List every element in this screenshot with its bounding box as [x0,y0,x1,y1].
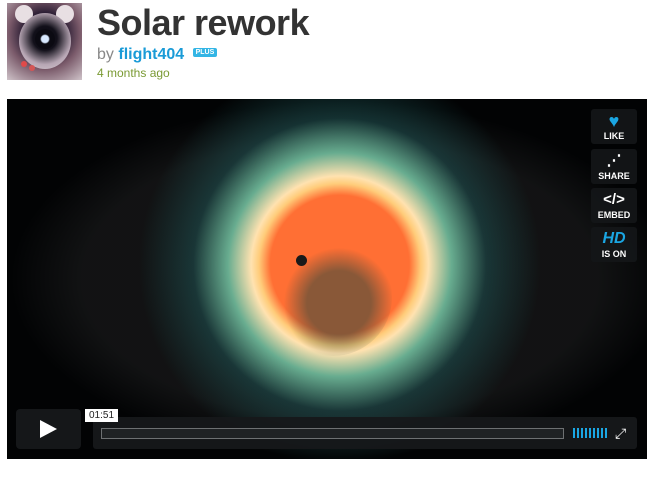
play-button[interactable] [16,409,81,449]
play-icon [40,420,57,438]
video-title: Solar rework [97,2,310,43]
volume-control[interactable] [573,428,607,438]
timecode: 01:51 [85,409,119,422]
video-frame[interactable] [7,99,647,459]
like-button[interactable]: ♥ LIKE [591,109,637,144]
controls-bar: ⤢ [93,417,637,449]
avatar-eye [35,29,55,49]
planet-silhouette [296,255,307,266]
code-icon: </> [603,191,625,208]
upload-date: 4 months ago [97,66,170,80]
heart-icon: ♥ [608,111,620,131]
by-label: by [97,46,114,63]
share-icon: ⋰ [606,152,622,169]
embed-button[interactable]: </> EMBED [591,188,637,223]
author-link[interactable]: flight404 [118,46,184,63]
hd-button[interactable]: HD IS ON [591,227,637,262]
avatar-dot [21,61,27,67]
progress-bar[interactable] [101,428,564,439]
video-player[interactable]: ♥ LIKE ⋰ SHARE </> EMBED HD IS ON ⤢ 01:5… [7,99,647,459]
byline: by flight404 PLUS [97,46,218,64]
fullscreen-icon[interactable]: ⤢ [615,425,626,442]
user-avatar[interactable] [7,3,82,80]
hd-icon: HD [602,230,626,247]
share-button[interactable]: ⋰ SHARE [591,149,637,184]
avatar-dot [29,65,35,71]
plus-badge: PLUS [192,48,218,58]
